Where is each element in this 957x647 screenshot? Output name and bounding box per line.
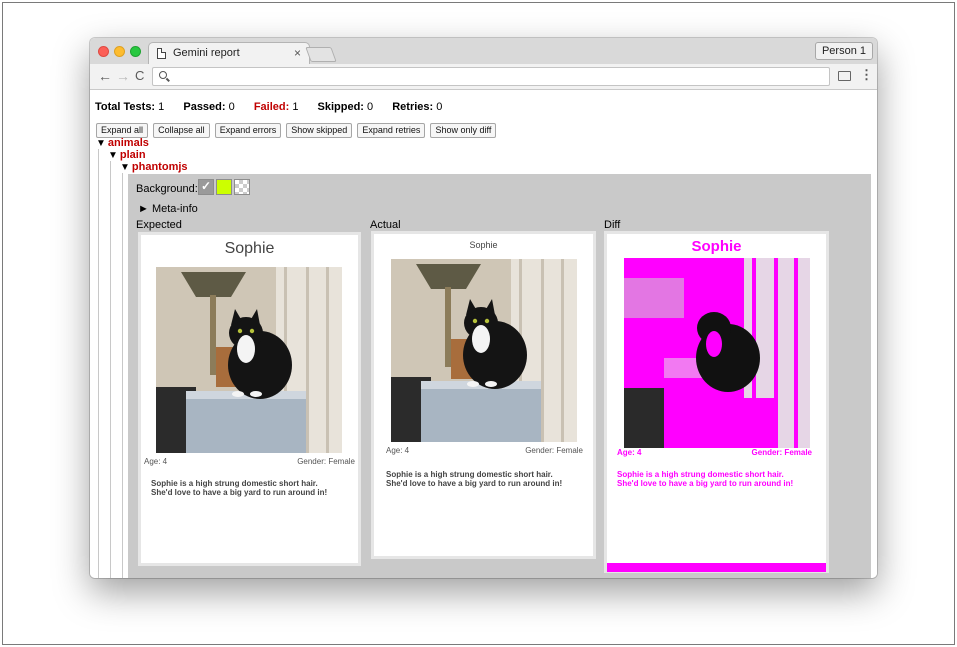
browser-menu-button[interactable]: ⋮ (860, 68, 873, 82)
back-button[interactable]: ← (98, 69, 112, 83)
cast-icon[interactable] (838, 71, 851, 81)
expand-toggle-icon: ▼ (120, 162, 130, 173)
gender-text: Gender: Female (751, 448, 812, 457)
checkmark-icon: ✓ (201, 179, 212, 193)
browser-tab[interactable]: Gemini report × (148, 42, 310, 64)
expand-toggle-icon: ▼ (108, 150, 118, 161)
new-tab-button[interactable] (305, 47, 337, 62)
test-name: plain (119, 149, 146, 161)
description-line: Sophie is a high strung domestic short h… (386, 470, 553, 479)
passed-value: 0 (228, 101, 235, 113)
document-icon (157, 48, 166, 59)
diff-photo (624, 258, 810, 448)
forward-button[interactable]: → (116, 69, 130, 83)
card-title: Sophie (691, 238, 742, 255)
test-summary: Total Tests: 1 Passed: 0 Failed: 1 Skipp… (95, 101, 442, 113)
expand-toggle-icon: ▼ (96, 138, 106, 149)
cat-illustration (156, 267, 342, 453)
cat-illustration (391, 259, 577, 442)
tab-strip: Gemini report × Person 1 (90, 38, 877, 64)
report-page: Total Tests: 1 Passed: 0 Failed: 1 Skipp… (90, 91, 877, 578)
card-title: Sophie (469, 240, 498, 250)
expected-label: Expected (136, 219, 182, 231)
diff-illustration (624, 258, 810, 448)
card-title: Sophie (224, 240, 275, 257)
diff-image[interactable]: Sophie Age: 4 Gender: Female Sophie is a… (604, 231, 829, 573)
expected-image[interactable]: Sophie Age: 4 Gender: Female Sophie is a… (138, 232, 361, 566)
skipped-label: Skipped: (317, 101, 364, 113)
diff-highlight-bar (607, 563, 826, 572)
close-window-button[interactable] (98, 46, 109, 57)
profile-button[interactable]: Person 1 (814, 42, 873, 60)
control-buttons: Expand all Collapse all Expand errors Sh… (96, 123, 498, 138)
expand-errors-button[interactable]: Expand errors (214, 123, 282, 138)
tree-node-plain[interactable]: ▼ plain (108, 149, 146, 161)
close-tab-icon[interactable]: × (294, 46, 301, 60)
skipped-value: 0 (367, 101, 374, 113)
description-line: She'd love to have a big yard to run aro… (151, 488, 328, 497)
collapse-all-button[interactable]: Collapse all (153, 123, 210, 138)
search-icon (159, 71, 167, 79)
tree-node-phantomjs[interactable]: ▼ phantomjs (120, 161, 188, 173)
meta-info-toggle[interactable]: ► Meta-info (138, 203, 198, 215)
total-label: Total Tests: (95, 101, 156, 113)
total-value: 1 (158, 101, 165, 113)
age-text: Age: 4 (386, 446, 410, 455)
background-label: Background: (136, 183, 198, 195)
minimize-window-button[interactable] (114, 46, 125, 57)
passed-label: Passed: (183, 101, 226, 113)
cat-photo (156, 267, 342, 453)
expand-retries-button[interactable]: Expand retries (357, 123, 426, 138)
description: Sophie is a high strung domestic short h… (386, 470, 562, 488)
description-line: Sophie is a high strung domestic short h… (617, 470, 784, 479)
gender-text: Gender: Female (297, 457, 355, 466)
show-skipped-button[interactable]: Show skipped (286, 123, 353, 138)
description-line: Sophie is a high strung domestic short h… (151, 479, 318, 488)
browser-toolbar: ← → C ⋮ (90, 64, 877, 90)
tree-node-animals[interactable]: ▼ animals (96, 137, 149, 149)
state-panel: Background: ✓ ► Meta-info Expected Actua… (128, 174, 871, 578)
failed-label: Failed: (253, 101, 290, 113)
background-swatch-green[interactable] (216, 179, 232, 195)
address-bar[interactable] (152, 67, 830, 86)
tab-title: Gemini report (173, 47, 240, 59)
reload-button[interactable]: C (135, 69, 144, 83)
actual-label: Actual (370, 219, 401, 231)
failed-value: 1 (292, 101, 299, 113)
retries-value: 0 (436, 101, 443, 113)
gender-text: Gender: Female (525, 446, 583, 455)
background-swatch-gray[interactable]: ✓ (198, 179, 214, 195)
suite-name: animals (107, 137, 149, 149)
browser-window: Gemini report × Person 1 ← → C ⋮ Total T… (90, 38, 877, 578)
actual-image[interactable]: Sophie Age: 4 Gender: Female Sophie is a… (371, 231, 596, 559)
description-line: She'd love to have a big yard to run aro… (617, 479, 794, 488)
background-swatch-checkerboard[interactable] (234, 179, 250, 195)
age-text: Age: 4 (144, 457, 168, 466)
diff-label: Diff (604, 219, 621, 231)
browser-name: phantomjs (131, 161, 188, 173)
cat-photo (391, 259, 577, 442)
description: Sophie is a high strung domestic short h… (617, 470, 793, 488)
tree-guide-line (110, 161, 111, 578)
description-line: She'd love to have a big yard to run aro… (386, 479, 563, 488)
zoom-window-button[interactable] (130, 46, 141, 57)
show-only-diff-button[interactable]: Show only diff (430, 123, 497, 138)
tree-guide-line (122, 173, 123, 578)
age-text: Age: 4 (617, 448, 642, 457)
tree-guide-line (98, 149, 99, 578)
description: Sophie is a high strung domestic short h… (151, 479, 327, 497)
retries-label: Retries: (392, 101, 434, 113)
expand-all-button[interactable]: Expand all (96, 123, 149, 138)
